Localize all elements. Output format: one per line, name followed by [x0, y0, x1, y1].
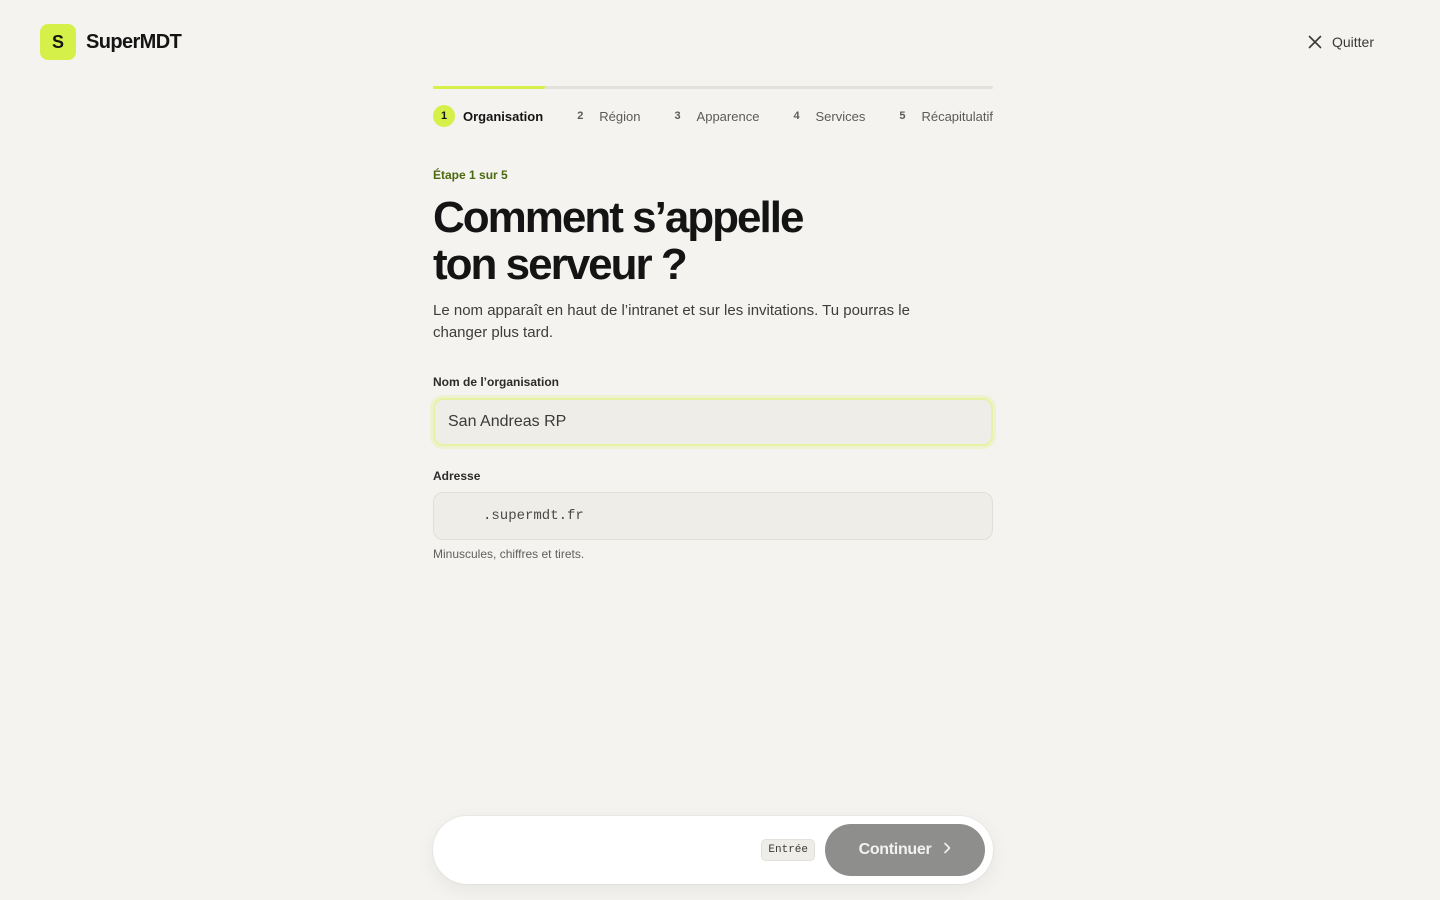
step-label: Services: [815, 108, 866, 124]
page-title-line-2: ton serveur ?: [433, 240, 688, 289]
address-input[interactable]: .supermdt.fr: [433, 492, 993, 540]
org-name-label: Nom de l’organisation: [433, 375, 560, 389]
step-label: Récapitulatif: [921, 108, 993, 124]
address-hint: Minuscules, chiffres et tirets.: [433, 547, 585, 561]
address-suffix: .supermdt.fr: [483, 508, 584, 524]
step-kicker: Étape 1 sur 5: [433, 168, 508, 182]
enter-key-hint: Entrée: [761, 839, 815, 861]
step-number: 4: [793, 110, 800, 122]
step-label: Région: [599, 108, 641, 124]
address-label: Adresse: [433, 469, 481, 483]
step-label: Organisation: [463, 108, 544, 124]
continue-button[interactable]: Continuer: [825, 824, 985, 876]
progress-track: [433, 86, 993, 89]
step-recapitulatif[interactable]: 5 Récapitulatif: [891, 105, 993, 127]
progress-fill: [433, 86, 545, 89]
step-apparence[interactable]: 3 Apparence: [667, 105, 760, 127]
step-number: 1: [433, 105, 455, 127]
step-number: 2: [577, 110, 584, 122]
brand[interactable]: S SuperMDT: [40, 24, 182, 60]
step-organisation[interactable]: 1 Organisation: [433, 105, 543, 127]
step-label: Apparence: [696, 108, 760, 124]
page-title-line-1: Comment s’appelle: [433, 193, 804, 242]
page-title: Comment s’appelle ton serveur ?: [433, 194, 953, 288]
step-services[interactable]: 4 Services: [786, 105, 866, 127]
action-bar: Entrée Continuer: [433, 816, 993, 884]
onboarding-page: S SuperMDT Quitter 1 Organisation 2 Régi…: [0, 0, 1440, 900]
quit-label: Quitter: [1331, 34, 1374, 50]
brand-logo: S: [40, 24, 76, 60]
continue-label: Continuer: [858, 841, 932, 858]
close-icon: [1308, 35, 1322, 49]
quit-button[interactable]: Quitter: [1308, 30, 1374, 54]
step-number: 3: [674, 110, 681, 122]
step-number: 5: [899, 110, 906, 122]
step-region[interactable]: 2 Région: [569, 105, 640, 127]
brand-name: SuperMDT: [86, 30, 182, 53]
org-name-input[interactable]: [433, 398, 993, 446]
stepper: 1 Organisation 2 Région 3 Apparence 4 Se…: [433, 104, 993, 128]
page-description: Le nom apparaît en haut de l’intranet et…: [433, 302, 910, 341]
chevron-right-icon: [943, 841, 951, 859]
